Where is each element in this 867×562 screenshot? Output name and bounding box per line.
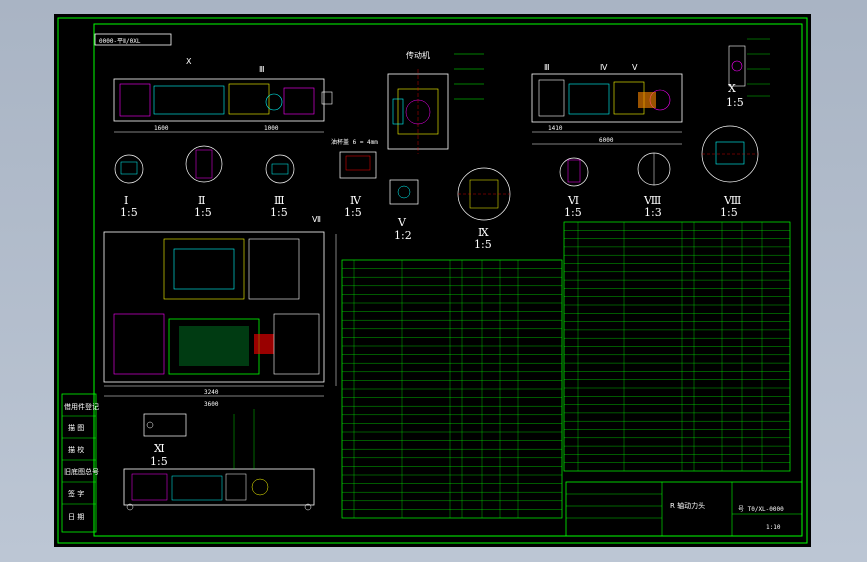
tr-dim1: 1410 [548, 125, 563, 132]
strip-item-4: 签 字 [68, 489, 84, 498]
tr-roman2: Ⅳ [600, 63, 608, 72]
detail-viii-b-scale: 1:5 [720, 206, 738, 219]
detail-viii-a-scale: 1:3 [644, 206, 662, 219]
tl-dim1: 1600 [154, 125, 169, 132]
tl-roman: Ⅲ [259, 65, 265, 74]
top-right-view: 1410 6000 Ⅲ Ⅳ Ⅴ [531, 63, 683, 145]
cad-drawing: 0000-平Ⅱ/0XL 借用件登记 描 图 描 校 旧底图总号 签 字 日 期 … [57, 17, 808, 544]
tr-roman1: Ⅲ [544, 63, 550, 72]
detail-xi-scale: 1:5 [150, 455, 168, 468]
detail-xi: Ⅺ 1:5 [143, 413, 187, 468]
detail-x-view: Ⅹ 1:5 [726, 38, 770, 109]
bom-middle-table [341, 259, 563, 519]
detail-iv: 油杯盖 6 = 4mm Ⅳ 1:5 [331, 138, 378, 219]
left-main-view: 3240 3600 Ⅶ [103, 215, 337, 408]
top-left-view: 1600 1000 X Ⅲ [113, 57, 333, 133]
tl-letter-x: X [186, 57, 192, 66]
lm-dim-total: 3600 [204, 401, 219, 408]
lm-dim-w: 3240 [204, 389, 219, 396]
detail-vi-scale: 1:5 [564, 206, 582, 219]
title-block-part-no: 号 T0/XL-0000 [738, 506, 784, 513]
detail-iii-scale: 1:5 [270, 206, 288, 219]
bom-right-table [563, 221, 791, 472]
tr-dim2: 6000 [599, 137, 614, 144]
detail-ii-scale: 1:5 [194, 206, 212, 219]
detail-iv-note: 油杯盖 6 = 4mm [331, 138, 378, 146]
detail-i-scale: 1:5 [120, 206, 138, 219]
detail-iii: Ⅲ 1:5 [265, 154, 295, 219]
outer-frame [57, 17, 808, 544]
tl-dim2: 1000 [264, 125, 279, 132]
detail-viii-a: Ⅷ 1:3 [637, 152, 671, 219]
detail-v-roman: Ⅴ [397, 216, 407, 229]
strip-item-5: 日 期 [68, 513, 84, 521]
detail-v-scale: 1:2 [394, 229, 412, 242]
title-block-name: R 轴动力头 [670, 501, 705, 510]
detail-iv-scale: 1:5 [344, 206, 362, 219]
strip-item-3: 旧底图总号 [64, 467, 99, 476]
drawing-canvas: 0000-平Ⅱ/0XL 借用件登记 描 图 描 校 旧底图总号 签 字 日 期 … [54, 14, 811, 547]
detail-vi: Ⅵ 1:5 [559, 157, 589, 219]
code-box-text: 0000-平Ⅱ/0XL [99, 38, 141, 45]
left-strip: 借用件登记 描 图 描 校 旧底图总号 签 字 日 期 [61, 393, 99, 533]
title-block-scale: 1:10 [766, 524, 781, 531]
lm-roman: Ⅶ [312, 215, 321, 224]
strip-item-0: 借用件登记 [64, 402, 99, 411]
detail-x-scale: 1:5 [726, 96, 744, 109]
top-middle-view: 传动机 [387, 50, 484, 154]
detail-ix: Ⅸ 1:5 [457, 167, 511, 251]
tm-label: 传动机 [406, 50, 430, 60]
detail-v: Ⅴ 1:2 [389, 179, 419, 242]
detail-xi-label: Ⅺ [154, 442, 165, 455]
detail-viii-b: Ⅷ 1:5 [701, 125, 759, 219]
strip-item-2: 描 校 [68, 445, 84, 454]
detail-i: Ⅰ 1:5 [114, 154, 144, 219]
detail-ii: Ⅱ 1:5 [185, 145, 223, 219]
strip-item-1: 描 图 [68, 423, 84, 432]
detail-x-roman: Ⅹ [728, 82, 736, 95]
tr-roman3: Ⅴ [632, 63, 638, 72]
title-block: R 轴动力头 号 T0/XL-0000 1:10 [565, 481, 803, 537]
detail-ix-scale: 1:5 [474, 238, 492, 251]
